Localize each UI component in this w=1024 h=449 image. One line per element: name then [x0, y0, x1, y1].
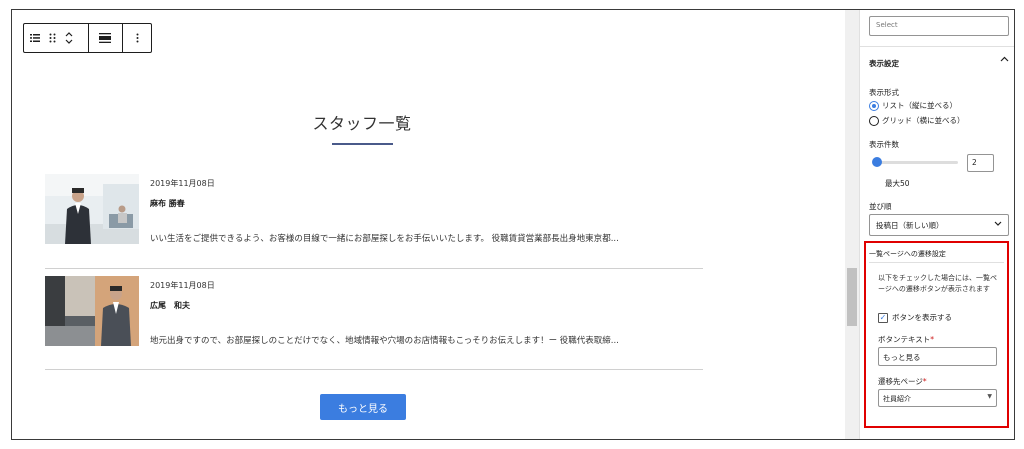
scrollbar-thumb[interactable]: [847, 268, 857, 326]
count-slider-track[interactable]: [874, 161, 958, 164]
staff-date: 2019年11月08日: [150, 179, 215, 188]
dest-page-select[interactable]: 社員紹介 ▼: [878, 389, 997, 407]
section-divider: [869, 262, 1004, 263]
page-title: スタッフ一覧: [312, 114, 412, 133]
staff-name: 広尾 和夫: [150, 301, 190, 310]
radio-list[interactable]: リスト（縦に並べる）: [869, 100, 957, 111]
list-view-icon[interactable]: [24, 24, 46, 52]
sidebar-divider: [860, 46, 1014, 47]
block-toolbar: [23, 23, 152, 53]
dest-page-select-value: 社員紹介: [883, 395, 911, 403]
list-divider: [45, 268, 703, 269]
display-format-label: 表示形式: [869, 88, 899, 97]
dest-page-label-text: 遷移先ページ: [878, 377, 923, 386]
order-label: 並び順: [869, 202, 892, 211]
button-text-label-text: ボタンテキスト: [878, 335, 931, 344]
more-options-icon[interactable]: [123, 24, 151, 52]
staff-photo: [45, 174, 139, 244]
dest-page-label: 遷移先ページ*: [878, 376, 927, 387]
show-button-label: ボタンを表示する: [892, 313, 952, 322]
title-underline: [332, 143, 393, 145]
staff-list-item[interactable]: 2019年11月08日 広尾 和夫 地元出身ですので、お部屋探しのことだけでなく…: [45, 276, 695, 354]
link-section-title[interactable]: 一覧ページへの遷移設定: [869, 249, 946, 259]
align-icon[interactable]: [88, 24, 122, 52]
radio-list-label: リスト（縦に並べる）: [882, 101, 957, 110]
panel-title[interactable]: 表示設定: [869, 58, 899, 69]
style-select[interactable]: Select: [869, 16, 1009, 36]
order-select[interactable]: 投稿日（新しい順）: [869, 214, 1009, 236]
chevron-up-icon[interactable]: [1000, 54, 1009, 65]
more-button[interactable]: もっと見る: [320, 394, 406, 420]
checkmark-icon: ✓: [878, 312, 888, 323]
required-mark: *: [922, 377, 927, 386]
list-divider: [45, 369, 703, 370]
editor-scrollbar[interactable]: [845, 10, 859, 439]
staff-photo: [45, 276, 139, 346]
required-mark: *: [930, 335, 935, 344]
caret-down-icon: ▼: [987, 393, 992, 400]
chevron-down-icon: [994, 219, 1002, 228]
staff-list-item[interactable]: 2019年11月08日 麻布 勝春 いい生活をご提供できるよう、お客様の目線で一…: [45, 174, 695, 252]
staff-description: 地元出身ですので、お部屋探しのことだけでなく、地域情報や穴場のお店情報もこっそり…: [150, 336, 619, 346]
show-button-checkbox[interactable]: ✓ ボタンを表示する: [878, 312, 952, 323]
order-select-value: 投稿日（新しい順）: [876, 221, 944, 230]
staff-description: いい生活をご提供できるよう、お客様の目線で一緒にお部屋探しをお手伝いいたします。…: [150, 234, 619, 244]
button-text-input[interactable]: もっと見る: [878, 347, 997, 366]
staff-name: 麻布 勝春: [150, 199, 185, 208]
link-note: 以下をチェックした場合には、一覧ページへの遷移ボタンが表示されます: [878, 274, 997, 293]
move-up-down-icon[interactable]: [60, 24, 78, 52]
radio-unselected-icon: [869, 115, 879, 126]
radio-grid[interactable]: グリッド（横に並べる）: [869, 115, 965, 126]
radio-selected-icon: [869, 100, 879, 111]
button-text-label: ボタンテキスト*: [878, 334, 934, 345]
staff-date: 2019年11月08日: [150, 281, 215, 290]
count-label: 表示件数: [869, 140, 899, 149]
count-slider-handle[interactable]: [872, 157, 883, 167]
radio-grid-label: グリッド（横に並べる）: [882, 116, 965, 125]
max-label: 最大50: [885, 179, 910, 188]
drag-handle-icon[interactable]: [46, 24, 60, 52]
count-input[interactable]: 2: [967, 154, 994, 172]
